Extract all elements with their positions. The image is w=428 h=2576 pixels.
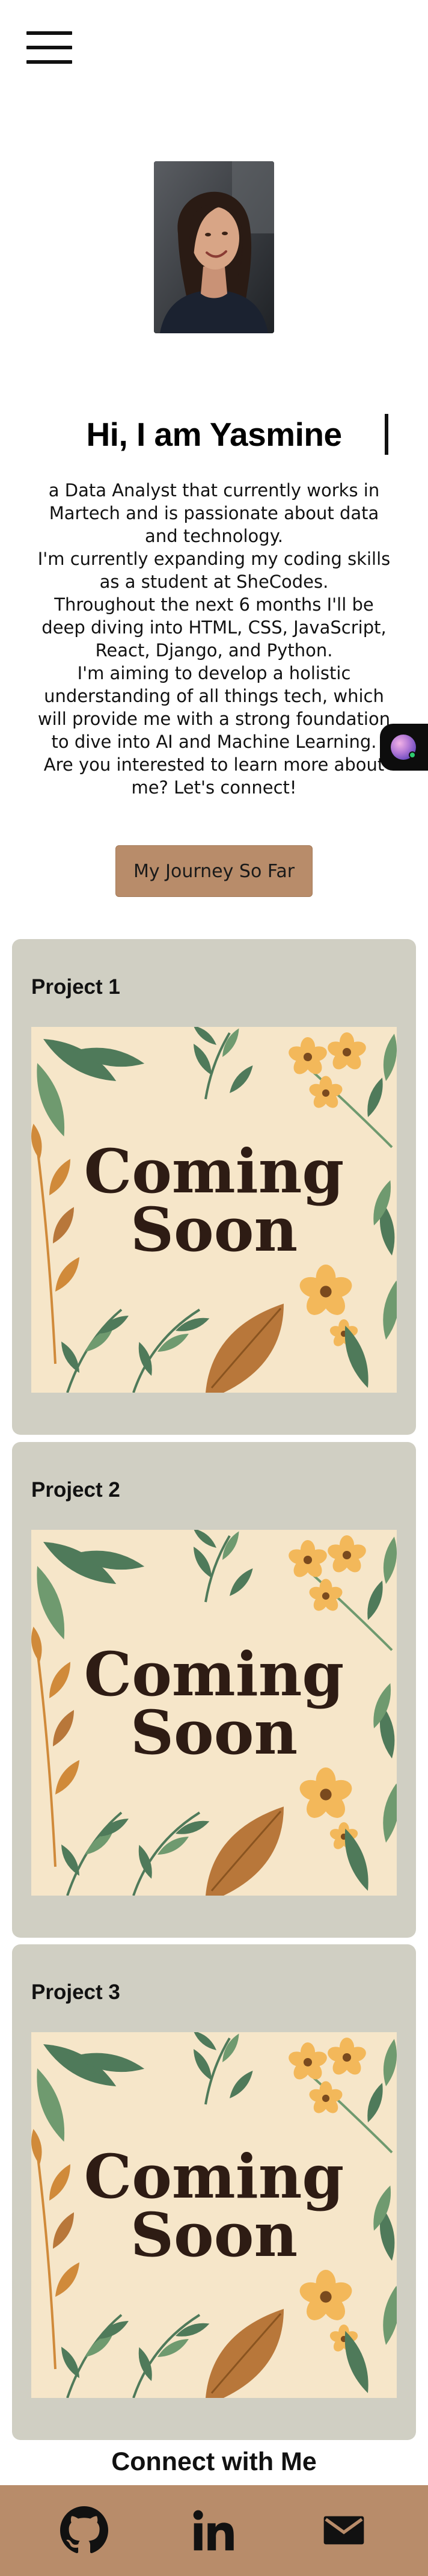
project-title: Project 2 [31,1478,120,1502]
my-journey-button[interactable]: My Journey So Far [115,845,313,897]
bio-line: Throughout the next 6 months I'll be dee… [41,594,387,661]
coming-soon-text: Soon [130,1194,298,1265]
bio-line: I'm aiming to develop a holistic underst… [37,663,391,752]
social-footer [0,2485,428,2576]
avatar [154,161,274,333]
bio-text: a Data Analyst that currently works in M… [36,479,392,799]
coming-soon-image: Coming Soon [31,2032,397,2398]
bio-line: Are you interested to learn more about m… [43,754,385,798]
project-card: Project 2 Coming Soon [12,1442,416,1938]
coming-soon-image: Coming Soon [31,1027,397,1393]
coming-soon-text: Soon [130,2199,298,2270]
status-dot-icon [409,751,416,759]
bio-line: a Data Analyst that currently works in M… [48,480,380,546]
bio-line: I'm currently expanding my coding skills… [37,549,391,592]
extension-widget[interactable] [380,724,428,771]
typing-cursor [385,414,388,455]
email-icon[interactable] [320,2506,368,2554]
connect-heading: Connect with Me [111,2447,317,2476]
hamburger-menu-icon[interactable] [26,31,72,65]
project-card: Project 3 Coming Soon [12,1944,416,2440]
project-title: Project 1 [31,975,120,999]
github-icon[interactable] [60,2506,108,2554]
linkedin-icon[interactable] [190,2506,238,2554]
coming-soon-text: Soon [130,1697,298,1768]
page-title: Hi, I am Yasmine [86,416,342,453]
coming-soon-image: Coming Soon [31,1530,397,1896]
project-card: Project 1 Coming Soon [12,939,416,1435]
project-title: Project 3 [31,1980,120,2004]
